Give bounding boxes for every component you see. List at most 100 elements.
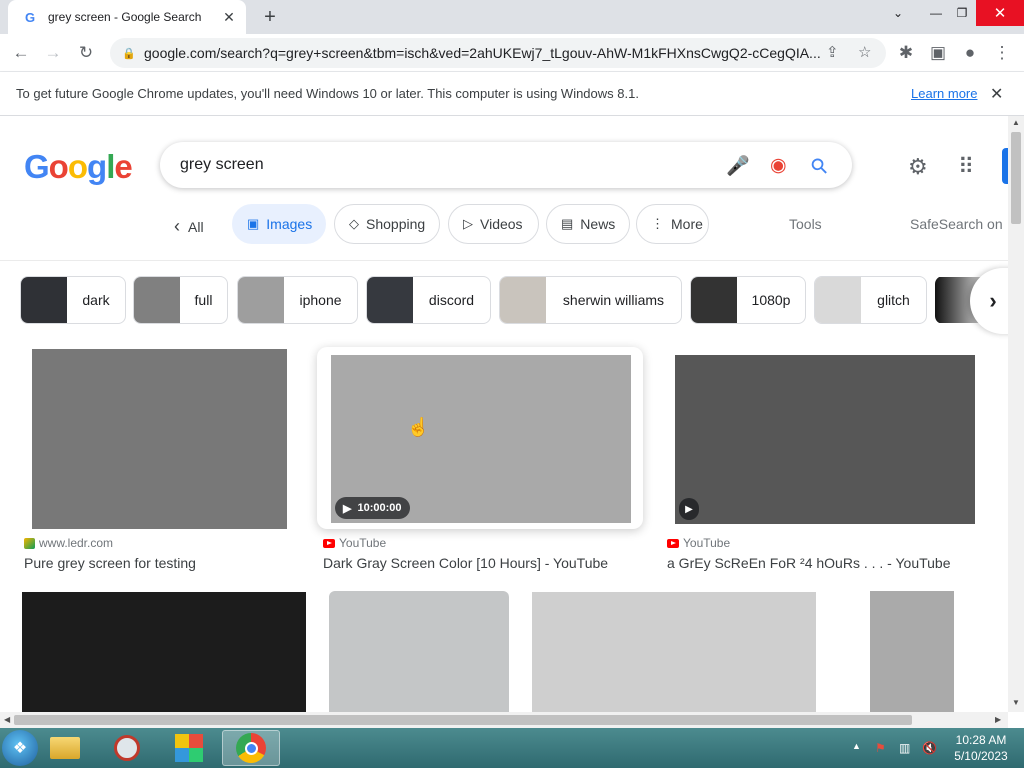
- result-thumbnail[interactable]: [22, 592, 306, 712]
- active-tab[interactable]: G grey screen - Google Search ✕: [8, 0, 246, 34]
- google-apps-icon[interactable]: ⠿: [958, 154, 974, 180]
- learn-more-link[interactable]: Learn more: [911, 86, 977, 101]
- tab-search-icon[interactable]: ⌄: [882, 0, 914, 26]
- result-source[interactable]: www.ledr.com: [24, 536, 113, 550]
- tab-news[interactable]: ▤ News: [546, 204, 630, 244]
- mic-icon[interactable]: 🎤: [726, 154, 750, 178]
- taskbar-control-panel[interactable]: [160, 730, 218, 766]
- desktop-screen: G grey screen - Google Search ✕ + ⌄ — ❐ …: [0, 0, 1024, 768]
- lock-icon[interactable]: 🔒: [122, 47, 136, 60]
- profile-icon[interactable]: ●: [957, 41, 983, 65]
- tab-images-label: Images: [266, 216, 313, 232]
- google-logo[interactable]: Google: [24, 148, 133, 186]
- result-source[interactable]: YouTube: [667, 536, 730, 550]
- result-title[interactable]: Dark Gray Screen Color [10 Hours] - YouT…: [323, 555, 608, 571]
- image-result[interactable]: ▶ YouTube a GrEy ScReEn FoR ²4 hOuRs . .…: [667, 349, 987, 574]
- header-divider: [0, 260, 1008, 261]
- taskbar-snipping-tool[interactable]: [98, 730, 156, 766]
- vertical-scrollbar[interactable]: ▲ ▼: [1008, 116, 1024, 712]
- infobar-close-icon[interactable]: ✕: [990, 84, 1003, 104]
- control-panel-icon: [175, 734, 203, 762]
- address-bar[interactable]: 🔒 google.com/search?q=grey+screen&tbm=is…: [110, 38, 886, 68]
- new-tab-button[interactable]: +: [258, 6, 282, 28]
- side-panel-icon[interactable]: ▣: [925, 41, 951, 65]
- suggestion-chip[interactable]: full: [133, 276, 228, 324]
- network-icon[interactable]: ▥: [899, 741, 910, 755]
- suggestion-chip[interactable]: 1080p: [690, 276, 806, 324]
- duration-label: 10:00:00: [357, 502, 402, 514]
- suggestion-label: full: [194, 292, 213, 308]
- result-source[interactable]: YouTube: [323, 536, 386, 550]
- tab-title: grey screen - Google Search: [48, 10, 202, 24]
- result-thumbnail[interactable]: [532, 592, 816, 712]
- result-thumbnail[interactable]: [329, 591, 509, 712]
- search-icon[interactable]: ⚲: [805, 152, 834, 181]
- action-center-flag-icon[interactable]: ⚑: [875, 741, 886, 755]
- settings-gear-icon[interactable]: ⚙: [908, 154, 928, 180]
- result-title[interactable]: Pure grey screen for testing: [24, 555, 196, 571]
- search-box[interactable]: grey screen 🎤 ◉ ⚲: [160, 142, 852, 188]
- suggestion-label: 1080p: [751, 292, 791, 308]
- forward-button[interactable]: →: [40, 41, 66, 65]
- result-thumbnail[interactable]: ▶: [675, 355, 975, 524]
- suggestion-chip[interactable]: sherwin williams: [499, 276, 682, 324]
- scroll-up-icon[interactable]: ▲: [1012, 118, 1020, 127]
- scroll-down-icon[interactable]: ▼: [1012, 698, 1020, 707]
- play-icon: ▶: [679, 498, 699, 520]
- suggestion-label: dark: [82, 292, 110, 308]
- scroll-left-icon[interactable]: ◀: [4, 715, 10, 724]
- image-result[interactable]: www.ledr.com Pure grey screen for testin…: [24, 349, 294, 574]
- system-clock[interactable]: 10:28 AM 5/10/2023: [944, 732, 1018, 764]
- window-close-button[interactable]: ✕: [976, 0, 1024, 26]
- result-title[interactable]: a GrEy ScReEn FoR ²4 hOuRs . . . - YouTu…: [667, 555, 951, 571]
- tools-button[interactable]: Tools: [789, 216, 822, 232]
- tab-videos[interactable]: ▷ Videos: [448, 204, 539, 244]
- volume-muted-icon[interactable]: 🔇: [922, 741, 937, 755]
- share-icon[interactable]: ⇪: [826, 43, 839, 61]
- tab-close-icon[interactable]: ✕: [220, 8, 238, 26]
- suggestion-chip[interactable]: discord: [366, 276, 491, 324]
- tab-images[interactable]: ▣ Images: [232, 204, 326, 244]
- tab-all-label: All: [188, 219, 204, 235]
- tab-news-label: News: [580, 216, 616, 232]
- suggestion-chip[interactable]: glitch: [814, 276, 927, 324]
- update-infobar: To get future Google Chrome updates, you…: [0, 72, 1024, 116]
- lens-icon[interactable]: ◉: [770, 154, 787, 177]
- restore-button[interactable]: ❐: [946, 0, 978, 26]
- scissors-icon: [114, 735, 140, 761]
- taskbar-chrome[interactable]: [222, 730, 280, 766]
- tab-shopping[interactable]: ◇ Shopping: [334, 204, 440, 244]
- suggestion-chip[interactable]: dark: [20, 276, 126, 324]
- tab-more[interactable]: ⋮ More: [636, 204, 709, 244]
- youtube-icon: [323, 538, 335, 548]
- taskbar-file-explorer[interactable]: [36, 730, 94, 766]
- image-result[interactable]: ▶ 10:00:00 YouTube Dark Gray Screen Colo…: [317, 347, 653, 574]
- back-button[interactable]: ←: [8, 41, 34, 65]
- suggestion-thumbnail: [134, 277, 180, 323]
- more-dots-icon: ⋮: [651, 216, 664, 231]
- result-thumbnail[interactable]: [32, 349, 287, 529]
- tag-icon: ◇: [349, 216, 359, 231]
- logo-letter: l: [106, 148, 115, 185]
- show-hidden-icons[interactable]: ▲: [852, 741, 861, 751]
- search-input[interactable]: grey screen: [180, 156, 264, 174]
- browser-menu-icon[interactable]: ⋮: [989, 41, 1015, 65]
- clock-time: 10:28 AM: [955, 733, 1007, 747]
- vertical-scroll-thumb[interactable]: [1011, 132, 1021, 224]
- suggestion-thumbnail: [691, 277, 737, 323]
- reload-button[interactable]: ↻: [73, 41, 99, 65]
- suggestion-chip[interactable]: iphone: [237, 276, 358, 324]
- extensions-icon[interactable]: ✱: [893, 41, 919, 65]
- tab-all[interactable]: ‹ All: [174, 216, 204, 237]
- scroll-right-icon[interactable]: ▶: [995, 715, 1001, 724]
- url-text[interactable]: google.com/search?q=grey+screen&tbm=isch…: [144, 45, 824, 61]
- horizontal-scroll-thumb[interactable]: [14, 715, 912, 725]
- search-filter-bar: ‹ All ▣ Images ◇ Shopping ▷ Videos ▤ News…: [0, 204, 1008, 244]
- result-thumbnail[interactable]: [870, 591, 954, 712]
- safesearch-button[interactable]: SafeSearch on: [910, 216, 1003, 232]
- bookmark-star-icon[interactable]: ☆: [858, 43, 871, 61]
- start-button[interactable]: ❖: [2, 730, 38, 766]
- result-thumbnail[interactable]: ▶ 10:00:00: [331, 355, 631, 523]
- suggestion-label: sherwin williams: [562, 292, 665, 308]
- horizontal-scrollbar[interactable]: ◀ ▶: [0, 712, 1008, 728]
